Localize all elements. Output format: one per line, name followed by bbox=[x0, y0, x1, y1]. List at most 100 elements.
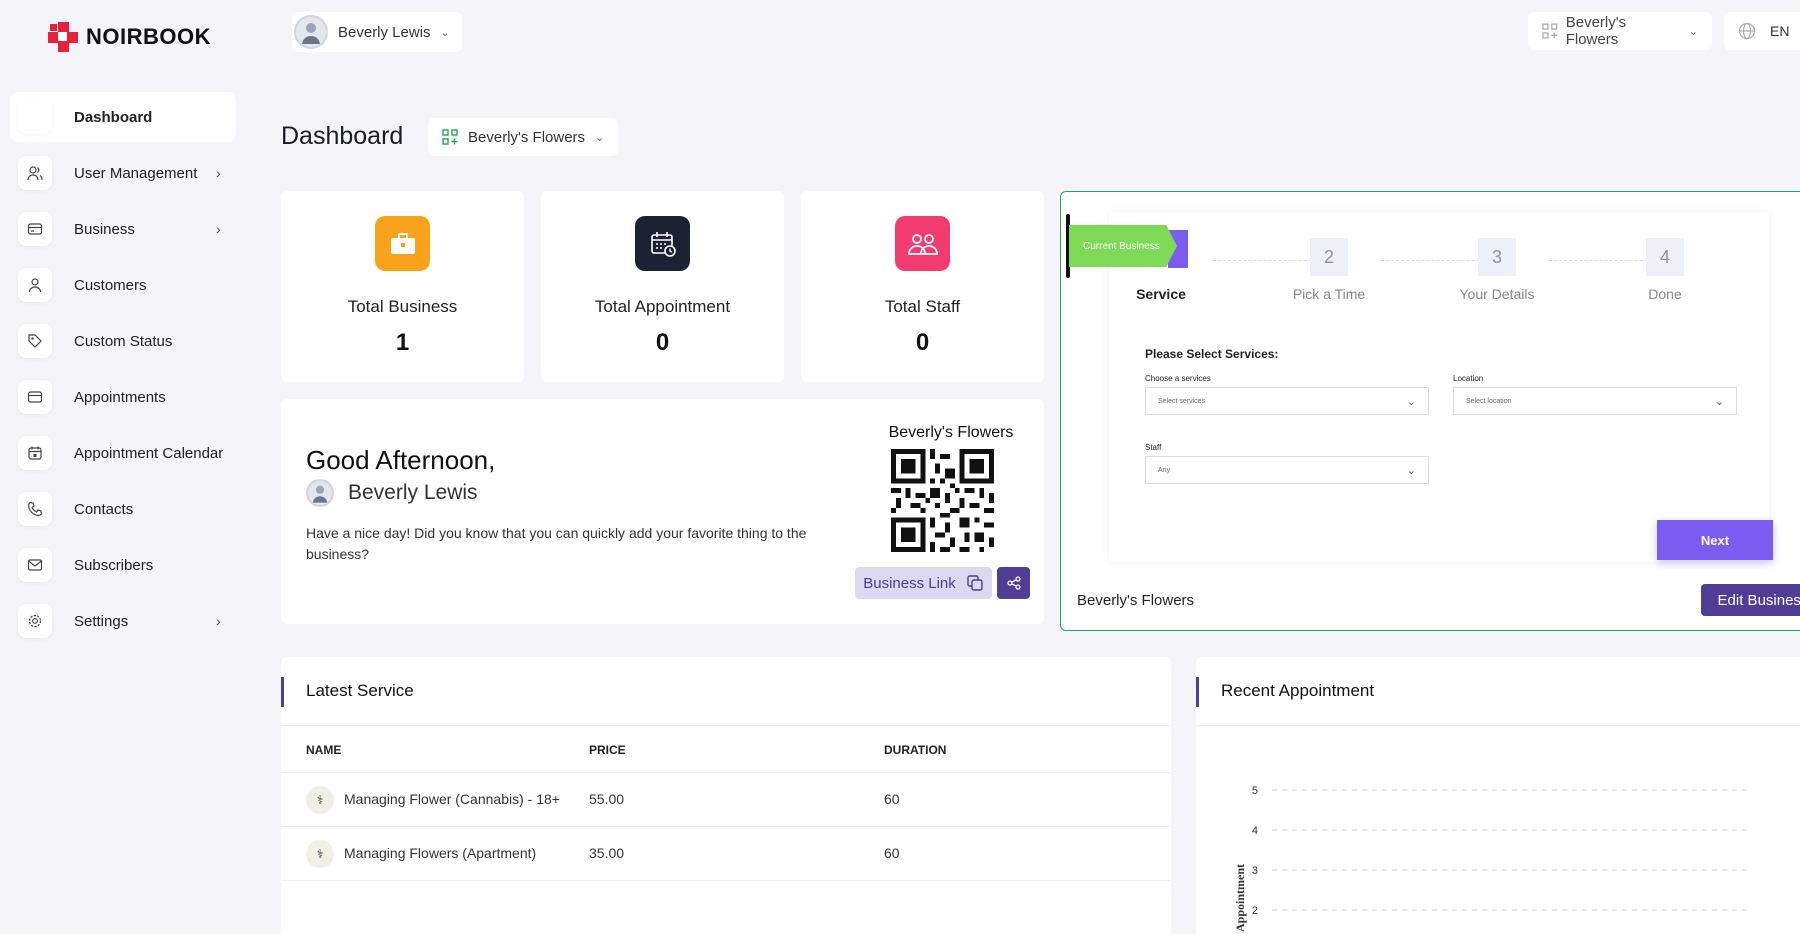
grid-add-icon bbox=[1542, 23, 1558, 39]
service-icon: ⚕ bbox=[306, 840, 334, 868]
chart-y-label: Appointment bbox=[1233, 864, 1247, 932]
sidebar-item-label: Custom Status bbox=[74, 332, 173, 350]
user-icon bbox=[18, 268, 52, 302]
sidebar-item-user-management[interactable]: User Management › bbox=[10, 148, 236, 198]
appointment-card-icon bbox=[18, 380, 52, 414]
sidebar-item-label: Business bbox=[74, 220, 135, 238]
language-code: EN bbox=[1770, 23, 1790, 39]
business-link-button[interactable]: Business Link bbox=[855, 567, 992, 599]
mail-icon bbox=[18, 548, 52, 582]
chevron-down-icon: ⌄ bbox=[440, 26, 450, 39]
services-select[interactable]: Select services ⌄ bbox=[1145, 387, 1429, 415]
step-number: 2 bbox=[1310, 238, 1348, 276]
sidebar-item-label: Appointment Calendar bbox=[74, 444, 224, 462]
step-pick-a-time[interactable]: 2 Pick a Time bbox=[1269, 238, 1389, 302]
dashboard-business-name: Beverly's Flowers bbox=[468, 128, 586, 146]
avatar bbox=[306, 479, 334, 507]
sidebar-item-customers[interactable]: Customers bbox=[10, 260, 236, 310]
stat-card-total-appointment: Total Appointment 0 bbox=[541, 191, 784, 382]
chart-y-tick: 5 bbox=[1252, 785, 1258, 797]
sidebar-item-custom-status[interactable]: Custom Status bbox=[10, 316, 236, 366]
service-duration: 60 bbox=[884, 791, 900, 807]
greeting-message: Have a nice day! Did you know that you c… bbox=[306, 525, 807, 562]
language-select[interactable]: EN bbox=[1724, 12, 1800, 50]
step-label: Your Details bbox=[1459, 286, 1535, 302]
location-select[interactable]: Select location ⌄ bbox=[1453, 387, 1737, 415]
sidebar-item-subscribers[interactable]: Subscribers bbox=[10, 540, 236, 590]
column-header[interactable]: PRICE bbox=[589, 743, 626, 757]
step-label: Done bbox=[1648, 286, 1682, 302]
calendar-icon bbox=[18, 436, 52, 470]
chevron-down-icon: ⌄ bbox=[1406, 395, 1416, 408]
sidebar-item-label: Settings bbox=[74, 612, 129, 630]
step-done[interactable]: 4 Done bbox=[1605, 238, 1725, 302]
edit-business-button[interactable]: Edit Business bbox=[1701, 584, 1800, 616]
user-menu[interactable]: Beverly Lewis ⌄ bbox=[292, 12, 462, 52]
sidebar-item-appointments[interactable]: Appointments bbox=[10, 372, 236, 422]
location-placeholder: Select location bbox=[1466, 397, 1512, 405]
sidebar-item-label: Customers bbox=[74, 276, 147, 294]
qr-code-icon[interactable] bbox=[891, 449, 994, 552]
business-card-icon bbox=[18, 212, 52, 246]
staff-select[interactable]: Any ⌄ bbox=[1145, 456, 1429, 484]
greeting-user: Beverly Lewis bbox=[306, 479, 478, 507]
sidebar-item-business[interactable]: Business › bbox=[10, 204, 236, 254]
column-header[interactable]: NAME bbox=[306, 743, 341, 757]
stat-label: Total Staff bbox=[884, 297, 961, 316]
brand-logo[interactable]: NOIRBOOK bbox=[48, 22, 211, 52]
service-name: Managing Flowers (Apartment) bbox=[344, 845, 537, 861]
section-accent bbox=[281, 677, 284, 707]
chevron-right-icon: › bbox=[216, 221, 221, 237]
sidebar-item-settings[interactable]: Settings › bbox=[10, 596, 236, 646]
stat-label: Total Appointment bbox=[594, 297, 731, 316]
stat-card-total-business: Total Business 1 bbox=[281, 191, 524, 382]
staff-icon bbox=[895, 216, 950, 271]
location-label: Location bbox=[1453, 374, 1484, 383]
dashboard-business-select[interactable]: Beverly's Flowers ⌄ bbox=[428, 118, 619, 156]
dashboard-icon bbox=[18, 100, 52, 134]
next-button[interactable]: Next bbox=[1657, 520, 1773, 560]
step-label: Service bbox=[1136, 286, 1186, 302]
current-business-ribbon: Current Business bbox=[1069, 225, 1177, 267]
globe-icon bbox=[1738, 22, 1756, 40]
column-header[interactable]: DURATION bbox=[884, 743, 946, 757]
share-button[interactable] bbox=[997, 567, 1030, 599]
chart-y-tick: 4 bbox=[1252, 825, 1258, 837]
greeting-title: Good Afternoon, bbox=[306, 445, 496, 475]
section-title: Latest Service bbox=[306, 681, 414, 700]
section-accent bbox=[1196, 677, 1199, 707]
services-placeholder: Select services bbox=[1158, 397, 1206, 405]
sidebar-item-contacts[interactable]: Contacts bbox=[10, 484, 236, 534]
staff-label: Staff bbox=[1145, 443, 1162, 452]
qr-business-name: Beverly's Flowers bbox=[888, 424, 1014, 441]
copy-icon bbox=[967, 575, 983, 591]
users-icon bbox=[18, 156, 52, 190]
page-title: Dashboard bbox=[281, 122, 404, 150]
stat-label: Total Business bbox=[347, 297, 458, 316]
briefcase-icon bbox=[375, 216, 430, 271]
sidebar-item-label: User Management bbox=[74, 164, 198, 182]
greeting-card: Good Afternoon, Beverly Lewis Have a nic… bbox=[281, 399, 1044, 624]
table-row[interactable]: ⚕ Managing Flowers (Apartment) 35.00 60 bbox=[281, 827, 1171, 881]
brand-name: NOIRBOOK bbox=[86, 24, 211, 49]
sidebar-item-appointment-calendar[interactable]: Appointment Calendar bbox=[10, 428, 236, 478]
form-title: Please Select Services: bbox=[1145, 347, 1279, 361]
chevron-right-icon: › bbox=[216, 613, 221, 629]
sidebar-item-dashboard[interactable]: Dashboard bbox=[10, 92, 236, 142]
header-business-select[interactable]: Beverly's Flowers ⌄ bbox=[1528, 12, 1712, 50]
business-link-label: Business Link bbox=[863, 574, 956, 592]
services-label: Choose a services bbox=[1145, 374, 1211, 383]
avatar bbox=[294, 15, 328, 49]
table-row[interactable]: ⚕ Managing Flower (Cannabis) - 18+ 55.00… bbox=[281, 773, 1171, 827]
header-business-name: Beverly's Flowers bbox=[1565, 14, 1627, 48]
sidebar-item-label: Appointments bbox=[74, 388, 166, 406]
tag-icon bbox=[18, 324, 52, 358]
section-title: Recent Appointment bbox=[1221, 681, 1375, 700]
share-icon bbox=[1006, 576, 1021, 590]
stat-value: 0 bbox=[915, 329, 930, 356]
stat-value: 0 bbox=[655, 329, 670, 356]
sidebar-item-label: Dashboard bbox=[74, 108, 153, 126]
step-your-details[interactable]: 3 Your Details bbox=[1437, 238, 1557, 302]
calendar-clock-icon bbox=[635, 216, 690, 271]
preview-business-name: Beverly's Flowers bbox=[1077, 592, 1195, 609]
